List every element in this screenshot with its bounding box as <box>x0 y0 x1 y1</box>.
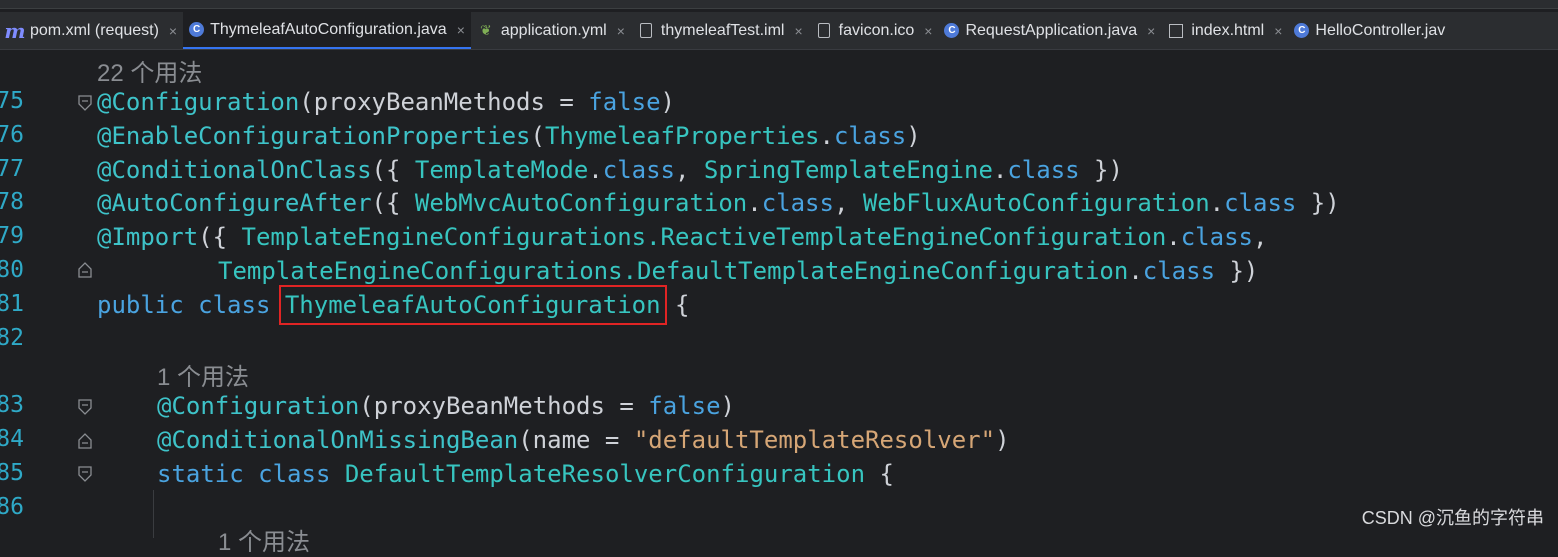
tab-label: favicon.ico <box>838 21 915 39</box>
tab-application-yml[interactable]: ❦ application.yml × <box>471 12 631 49</box>
close-icon[interactable]: × <box>457 22 465 38</box>
tab-favicon-ico[interactable]: favicon.ico × <box>809 12 939 49</box>
tab-request-application[interactable]: C RequestApplication.java × <box>938 12 1161 49</box>
line-number: 85 <box>0 460 24 486</box>
line-number: 86 <box>0 494 24 520</box>
line-number: 82 <box>0 325 24 351</box>
html-icon <box>1169 23 1184 38</box>
fold-close-icon[interactable] <box>78 262 92 278</box>
tab-label: application.yml <box>500 21 607 39</box>
usage-hint[interactable]: 1 个用法 <box>157 357 249 392</box>
top-toolbar-strip <box>0 0 1558 9</box>
file-icon <box>639 23 652 38</box>
tab-label: index.html <box>1191 21 1265 39</box>
code-line-76: @EnableConfigurationProperties(Thymeleaf… <box>97 122 921 150</box>
file-icon <box>817 23 830 38</box>
line-number: 84 <box>0 426 24 452</box>
close-icon[interactable]: × <box>924 23 932 39</box>
java-class-icon: C <box>189 22 205 37</box>
tab-hello-controller[interactable]: C HelloController.jav <box>1288 12 1451 49</box>
close-icon[interactable]: × <box>794 23 802 39</box>
tab-index-html[interactable]: index.html × <box>1161 12 1288 49</box>
fold-open-icon[interactable] <box>78 399 92 415</box>
close-icon[interactable]: × <box>1147 23 1155 39</box>
code-line-79: @Import({ TemplateEngineConfigurations.R… <box>97 223 1268 251</box>
tab-label: pom.xml (request) <box>30 21 159 39</box>
editor-tab-bar: m pom.xml (request) × C ThymeleafAutoCon… <box>0 12 1558 50</box>
code-line-84: @ConditionalOnMissingBean(name = "defaul… <box>157 426 1010 454</box>
tab-label: HelloController.jav <box>1315 21 1446 39</box>
line-number: 79 <box>0 223 24 249</box>
tab-pom-xml[interactable]: m pom.xml (request) × <box>0 12 183 49</box>
close-icon[interactable]: × <box>169 23 177 39</box>
code-line-85: static class DefaultTemplateResolverConf… <box>157 460 894 488</box>
line-number: 75 <box>0 88 24 114</box>
line-number: 76 <box>0 122 24 148</box>
tab-label: thymeleafTest.iml <box>660 21 785 39</box>
code-line-81: public class ThymeleafAutoConfiguration … <box>97 285 690 325</box>
code-line-83: @Configuration(proxyBeanMethods = false) <box>157 392 735 420</box>
tab-label: ThymeleafAutoConfiguration.java <box>210 20 447 38</box>
usage-hint[interactable]: 22 个用法 <box>97 53 202 88</box>
fold-open-icon[interactable] <box>78 466 92 482</box>
code-line-75: @Configuration(proxyBeanMethods = false) <box>97 88 675 116</box>
line-number: 80 <box>0 257 24 283</box>
code-editor[interactable]: 75 76 77 78 79 80 81 82 83 84 85 86 22 个… <box>0 50 1558 556</box>
watermark: CSDN @沉鱼的字符串 <box>1361 508 1544 528</box>
line-number: 78 <box>0 189 24 215</box>
line-number: 77 <box>0 156 24 182</box>
java-class-icon: C <box>1294 23 1310 38</box>
fold-open-icon[interactable] <box>78 95 92 111</box>
maven-m-icon: m <box>4 18 26 43</box>
tab-thymeleaftest-iml[interactable]: thymeleafTest.iml × <box>631 12 809 49</box>
tab-thymeleaf-auto-configuration[interactable]: C ThymeleafAutoConfiguration.java × <box>183 12 471 49</box>
spring-config-icon: ❦ <box>480 22 492 38</box>
close-icon[interactable]: × <box>617 23 625 39</box>
indent-guide <box>153 490 154 538</box>
code-line-77: @ConditionalOnClass({ TemplateMode.class… <box>97 156 1123 184</box>
line-number: 81 <box>0 291 24 317</box>
close-icon[interactable]: × <box>1274 23 1282 39</box>
code-line-80: TemplateEngineConfigurations.DefaultTemp… <box>218 257 1259 285</box>
java-class-icon: C <box>944 23 960 38</box>
fold-close-icon[interactable] <box>78 433 92 449</box>
tab-label: RequestApplication.java <box>965 21 1138 39</box>
line-number: 83 <box>0 392 24 418</box>
usage-hint[interactable]: 1 个用法 <box>218 522 310 557</box>
code-line-78: @AutoConfigureAfter({ WebMvcAutoConfigur… <box>97 189 1340 217</box>
highlighted-class-name: ThymeleafAutoConfiguration <box>278 285 667 325</box>
